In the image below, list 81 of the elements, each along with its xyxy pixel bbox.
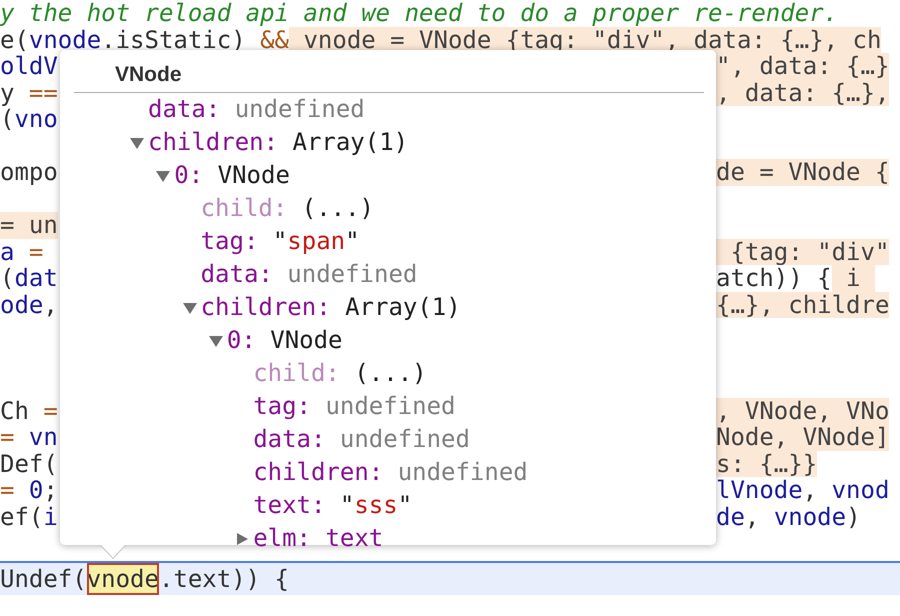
property-value: undefined xyxy=(325,391,456,422)
code-text: = xyxy=(0,424,14,450)
code-text: de xyxy=(716,504,745,530)
code-text: == xyxy=(28,80,58,106)
inline-value: , data: {…}, xyxy=(716,80,890,106)
property-key: text: xyxy=(253,489,326,522)
inline-value: = un xyxy=(0,212,58,238)
property-key: 0: xyxy=(174,159,204,192)
code-text: , xyxy=(43,292,58,318)
code-text: && xyxy=(260,26,290,53)
property-value: undefined xyxy=(398,457,528,488)
code-text: oldV xyxy=(0,53,58,80)
code-text: ode xyxy=(0,292,44,318)
popover-title: VNode xyxy=(114,62,183,88)
code-text: ) xyxy=(846,504,861,530)
triangle-down-icon[interactable] xyxy=(182,302,197,314)
code-text: Def( xyxy=(0,450,58,477)
code-text: i xyxy=(43,504,58,530)
inline-value: ", data: {…} xyxy=(716,53,890,80)
code-text: , xyxy=(802,477,818,504)
code-text: lVnode xyxy=(716,477,803,504)
code-text: vnode xyxy=(28,26,102,53)
property-key: 0: xyxy=(226,324,256,357)
property-key: child: xyxy=(200,192,288,225)
property-key: data: xyxy=(148,93,220,126)
triangle-right-icon[interactable] xyxy=(235,532,250,544)
inline-value: i xyxy=(832,265,875,292)
property-value: VNode xyxy=(270,325,342,356)
code-text: atch)) { xyxy=(716,265,832,292)
property-value: Array(1) xyxy=(292,127,408,158)
property-key: data: xyxy=(253,423,326,456)
property-key: elm: xyxy=(253,522,311,555)
property-key: tag: xyxy=(200,225,258,258)
inline-value: {tag: "div" xyxy=(716,238,890,265)
code-text: dat xyxy=(14,265,58,292)
property-key: data: xyxy=(200,258,273,291)
code-text: y xyxy=(0,80,16,106)
property-value: (...) xyxy=(302,193,374,224)
inline-value: , VNode, VNo xyxy=(716,398,890,424)
code-text: = xyxy=(0,477,14,504)
code-text: .text)) { xyxy=(158,564,289,594)
code-text: 0 xyxy=(28,477,44,504)
property-value: "sss" xyxy=(340,490,412,521)
property-value: undefined xyxy=(340,424,470,455)
code-text: , xyxy=(744,504,760,530)
code-text: .isStatic) xyxy=(101,26,247,53)
property-key: children: xyxy=(148,126,278,159)
triangle-down-icon[interactable] xyxy=(156,170,170,182)
property-key: tag: xyxy=(253,390,311,423)
code-text: ; xyxy=(43,477,58,504)
inline-value: {…}, childre xyxy=(716,292,890,318)
inline-value: Node, VNode] xyxy=(716,424,890,450)
property-key: child: xyxy=(253,357,340,390)
code-text: Ch xyxy=(0,398,30,424)
code-text: a xyxy=(0,238,16,265)
property-value: "span" xyxy=(272,226,360,257)
property-key: children: xyxy=(253,456,384,489)
property-value: VNode xyxy=(218,160,290,191)
code-text: = xyxy=(28,238,44,265)
code-text: vno xyxy=(14,106,58,132)
code-text: = xyxy=(43,398,58,424)
code-text: ef( xyxy=(0,504,44,530)
code-text: vn xyxy=(28,424,58,450)
property-key: children: xyxy=(200,291,331,324)
code-text: vnod xyxy=(832,477,890,504)
triangle-down-icon[interactable] xyxy=(208,334,223,346)
code-text: vnode xyxy=(774,504,846,530)
inline-value: s: {…}} xyxy=(716,450,818,477)
inline-value: de = VNode { xyxy=(716,159,890,186)
code-text: ( xyxy=(0,265,14,292)
triangle-down-icon[interactable] xyxy=(130,136,144,148)
search-match: vnode xyxy=(86,562,159,594)
code-text: Undef( xyxy=(0,564,87,594)
property-value: undefined xyxy=(234,94,365,125)
code-text: ( xyxy=(0,106,14,132)
code-text: ompo xyxy=(0,159,58,186)
property-value: (...) xyxy=(354,358,427,389)
property-value: text xyxy=(325,523,384,554)
property-value: Array(1) xyxy=(345,292,461,323)
code-text: e( xyxy=(0,26,29,53)
property-value: undefined xyxy=(287,259,418,290)
